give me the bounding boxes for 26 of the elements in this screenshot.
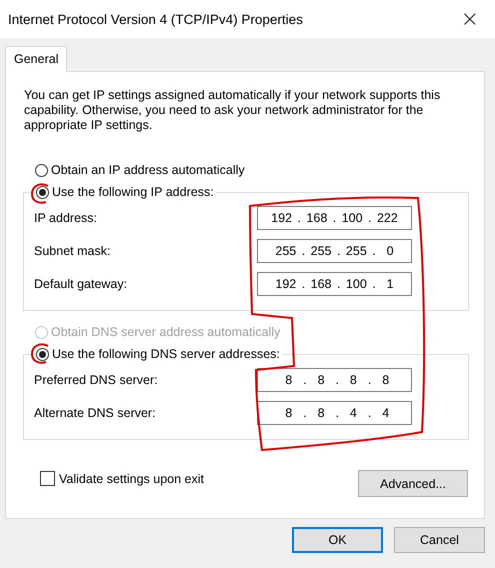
description-text: You can get IP settings assigned automatically if your network supports this capability. Otherwise, you need to ask your network administrator for the appropriate IP settings. (24, 88, 442, 133)
radio-icon (35, 326, 48, 338)
window-title: Internet Protocol Version 4 (TCP/IPv4) Properties (8, 12, 303, 26)
input-field[interactable]: 8 . 8 . 4 . 4 (257, 400, 412, 424)
field-label: Alternate DNS server: (34, 406, 156, 420)
close-button[interactable]: × (456, 6, 483, 32)
radio-option[interactable]: Obtain an IP address automatically (35, 163, 468, 177)
input-field[interactable]: 192 . 168 . 100 . 1 (257, 272, 412, 296)
radio-icon (36, 348, 49, 360)
dialog-button[interactable]: Cancel (394, 527, 485, 553)
tab[interactable]: General (5, 46, 68, 72)
checkbox-option[interactable]: Validate settings upon exit (40, 471, 204, 486)
radio-option[interactable]: Use the following IP address: (36, 185, 214, 199)
field-label: Default gateway: (34, 276, 128, 290)
advanced-button[interactable]: Advanced... (358, 470, 468, 497)
radio-option[interactable]: Use the following DNS server addresses: (36, 347, 280, 361)
field-label: IP address: (34, 210, 98, 224)
dialog-button[interactable]: OK (292, 527, 383, 553)
input-field[interactable]: 192 . 168 . 100 . 222 (257, 206, 412, 230)
input-field[interactable]: 255 . 255 . 255 . 0 (257, 238, 412, 262)
radio-icon (35, 164, 48, 176)
field-label: Preferred DNS server: (34, 372, 158, 386)
checkbox[interactable] (40, 471, 55, 486)
radio-icon (36, 186, 49, 198)
field-label: Subnet mask: (34, 244, 110, 258)
input-field[interactable]: 8 . 8 . 8 . 8 (257, 368, 412, 392)
